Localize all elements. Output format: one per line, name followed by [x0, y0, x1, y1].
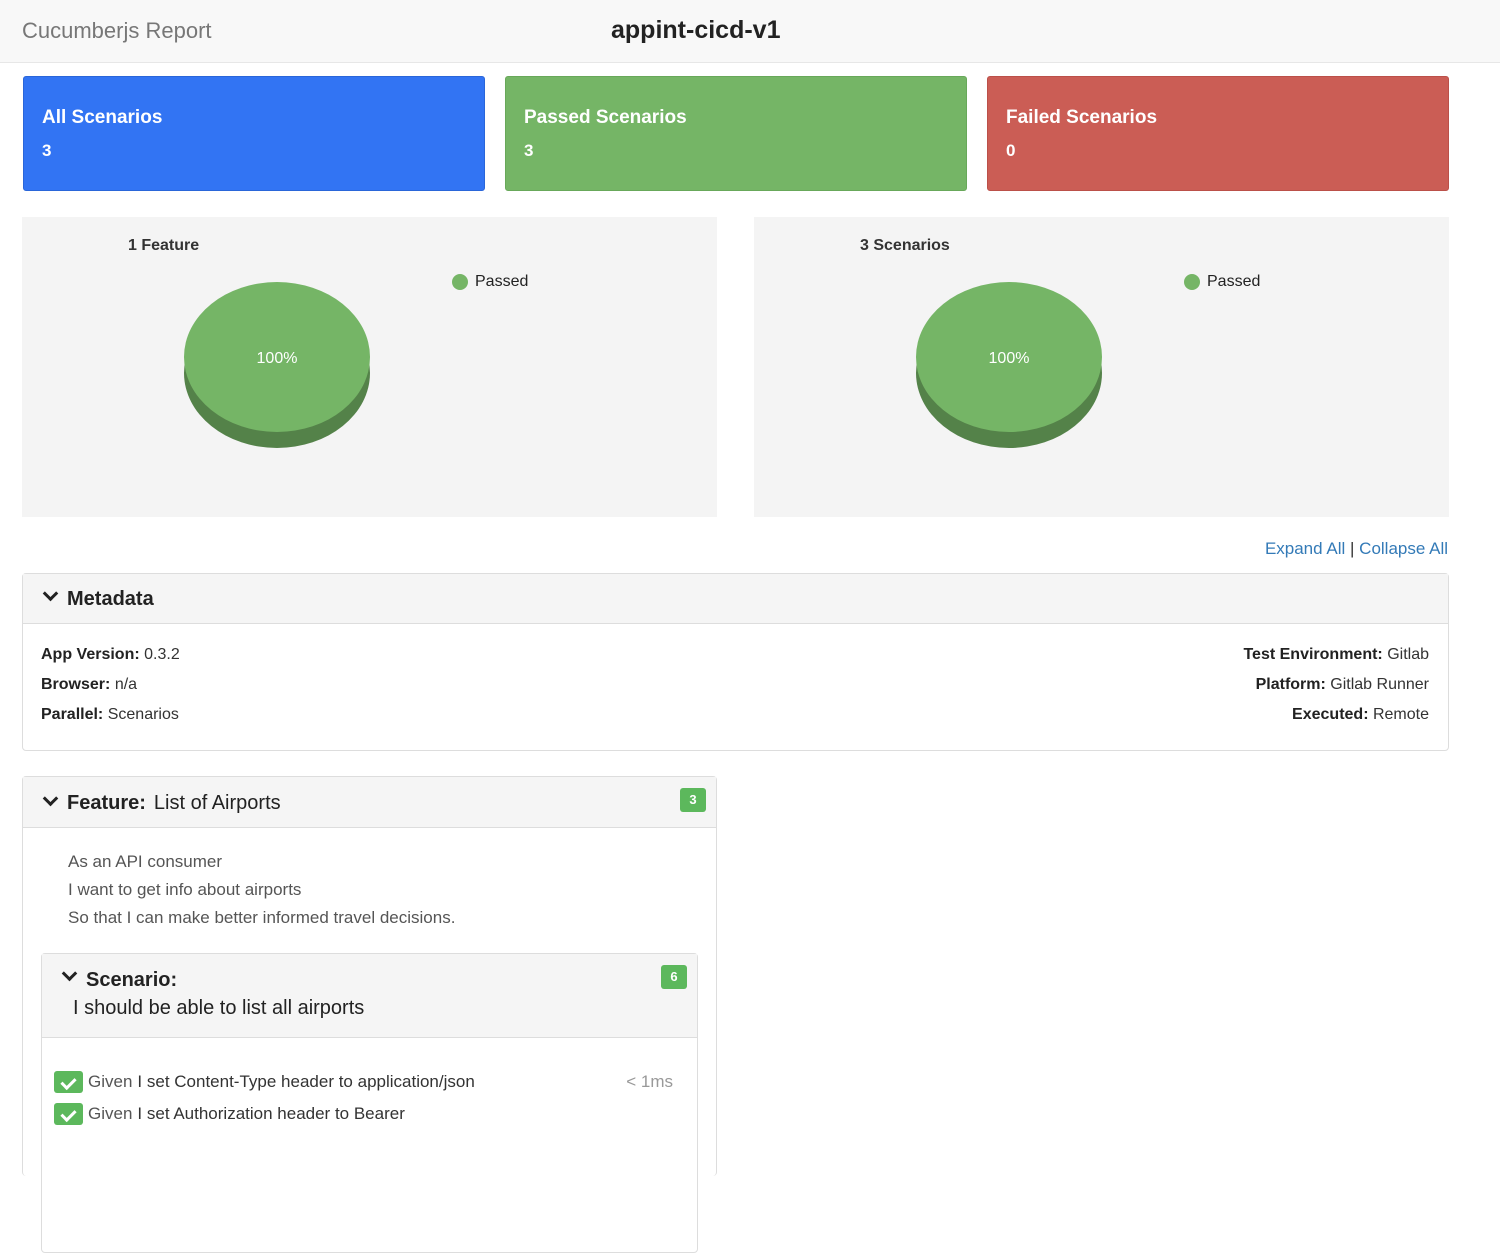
expand-all-link[interactable]: Expand All — [1265, 539, 1345, 558]
metadata-title: Metadata — [67, 588, 154, 610]
features-chart-panel: 1 Feature 100% Passed — [22, 217, 717, 517]
link-separator: | — [1350, 539, 1355, 558]
metadata-panel: Metadata App Version: 0.3.2 Browser: n/a… — [22, 573, 1449, 751]
check-icon — [54, 1071, 83, 1093]
passed-scenarios-count: 3 — [524, 141, 534, 160]
platform-row: Platform: Gitlab Runner — [1256, 676, 1429, 694]
check-icon — [54, 1103, 83, 1125]
features-chart-legend[interactable]: Passed — [452, 273, 528, 291]
features-pie-chart: 100% — [184, 282, 370, 448]
step-keyword: Given — [88, 1072, 133, 1091]
step-keyword: Given — [88, 1104, 133, 1123]
feature-keyword: Feature: — [67, 792, 146, 814]
failed-scenarios-card: Failed Scenarios 0 — [987, 76, 1449, 191]
scenario-name: I should be able to list all airports — [73, 997, 365, 1019]
scenario-step-count-badge: 6 — [661, 965, 687, 989]
collapse-all-link[interactable]: Collapse All — [1359, 539, 1448, 558]
feature-description-line: I want to get info about airports — [68, 880, 302, 899]
chevron-down-icon[interactable] — [61, 965, 78, 982]
parallel-label: Parallel: — [41, 706, 104, 723]
step-row[interactable]: Given I set Authorization header to Bear… — [54, 1103, 685, 1125]
chevron-down-icon[interactable] — [42, 790, 59, 807]
all-scenarios-count: 3 — [42, 141, 52, 160]
app-version-row: App Version: 0.3.2 — [41, 646, 180, 664]
failed-scenarios-count: 0 — [1006, 141, 1016, 160]
project-title: appint-cicd-v1 — [611, 16, 781, 44]
parallel-row: Parallel: Scenarios — [41, 706, 179, 724]
scenarios-legend-label: Passed — [1207, 273, 1261, 290]
feature-description-line: So that I can make better informed trave… — [68, 908, 456, 927]
test-environment-label: Test Environment: — [1243, 646, 1383, 663]
scenarios-chart-legend[interactable]: Passed — [1184, 273, 1260, 291]
feature-scenario-count-badge: 3 — [680, 788, 706, 812]
step-text: I set Authorization header to Bearer — [137, 1104, 405, 1123]
test-environment-value: Gitlab — [1387, 646, 1429, 663]
pie-data-label: 100% — [989, 350, 1030, 367]
scenario-panel: Scenario: I should be able to list all a… — [41, 953, 698, 1253]
all-scenarios-title: All Scenarios — [42, 107, 163, 128]
executed-value: Remote — [1372, 706, 1429, 723]
brand-title[interactable]: Cucumberjs Report — [22, 18, 212, 44]
parallel-value: Scenarios — [107, 706, 179, 723]
platform-label: Platform: — [1255, 676, 1326, 693]
navbar: Cucumberjs Report appint-cicd-v1 — [0, 0, 1500, 63]
feature-description-line: As an API consumer — [68, 852, 223, 871]
app-version-label: App Version: — [41, 646, 140, 663]
feature-panel: Feature: List of Airports 3 As an API con… — [22, 776, 717, 1253]
executed-row: Executed: Remote — [1292, 706, 1429, 724]
platform-value: Gitlab Runner — [1330, 676, 1429, 693]
browser-value: n/a — [114, 676, 138, 693]
browser-row: Browser: n/a — [41, 676, 137, 694]
pie-data-label: 100% — [257, 350, 298, 367]
executed-label: Executed: — [1292, 706, 1369, 723]
scenarios-chart-panel: 3 Scenarios 100% Passed — [754, 217, 1449, 517]
feature-header[interactable]: Feature: List of Airports 3 — [23, 777, 716, 828]
browser-label: Browser: — [41, 676, 111, 693]
passed-legend-dot — [452, 274, 468, 290]
step-duration: < 1ms — [626, 1072, 673, 1091]
feature-name: List of Airports — [153, 792, 281, 814]
test-environment-row: Test Environment: Gitlab — [1243, 646, 1429, 664]
step-row[interactable]: Given I set Content-Type header to appli… — [54, 1071, 685, 1093]
passed-scenarios-card: Passed Scenarios 3 — [505, 76, 967, 191]
scenario-header[interactable]: Scenario: I should be able to list all a… — [42, 954, 697, 1038]
all-scenarios-card: All Scenarios 3 — [23, 76, 485, 191]
feature-title: Feature: List of Airports — [67, 792, 281, 815]
scenarios-pie-chart: 100% — [916, 282, 1102, 448]
chevron-down-icon[interactable] — [42, 585, 59, 602]
app-version-value: 0.3.2 — [144, 646, 180, 663]
features-legend-label: Passed — [475, 273, 529, 290]
passed-scenarios-title: Passed Scenarios — [524, 107, 687, 128]
step-text: I set Content-Type header to application… — [137, 1072, 475, 1091]
passed-legend-dot — [1184, 274, 1200, 290]
expand-collapse-links: Expand All | Collapse All — [1265, 539, 1448, 559]
scenario-keyword: Scenario: — [86, 969, 178, 991]
metadata-header[interactable]: Metadata — [23, 574, 1448, 624]
failed-scenarios-title: Failed Scenarios — [1006, 107, 1158, 128]
